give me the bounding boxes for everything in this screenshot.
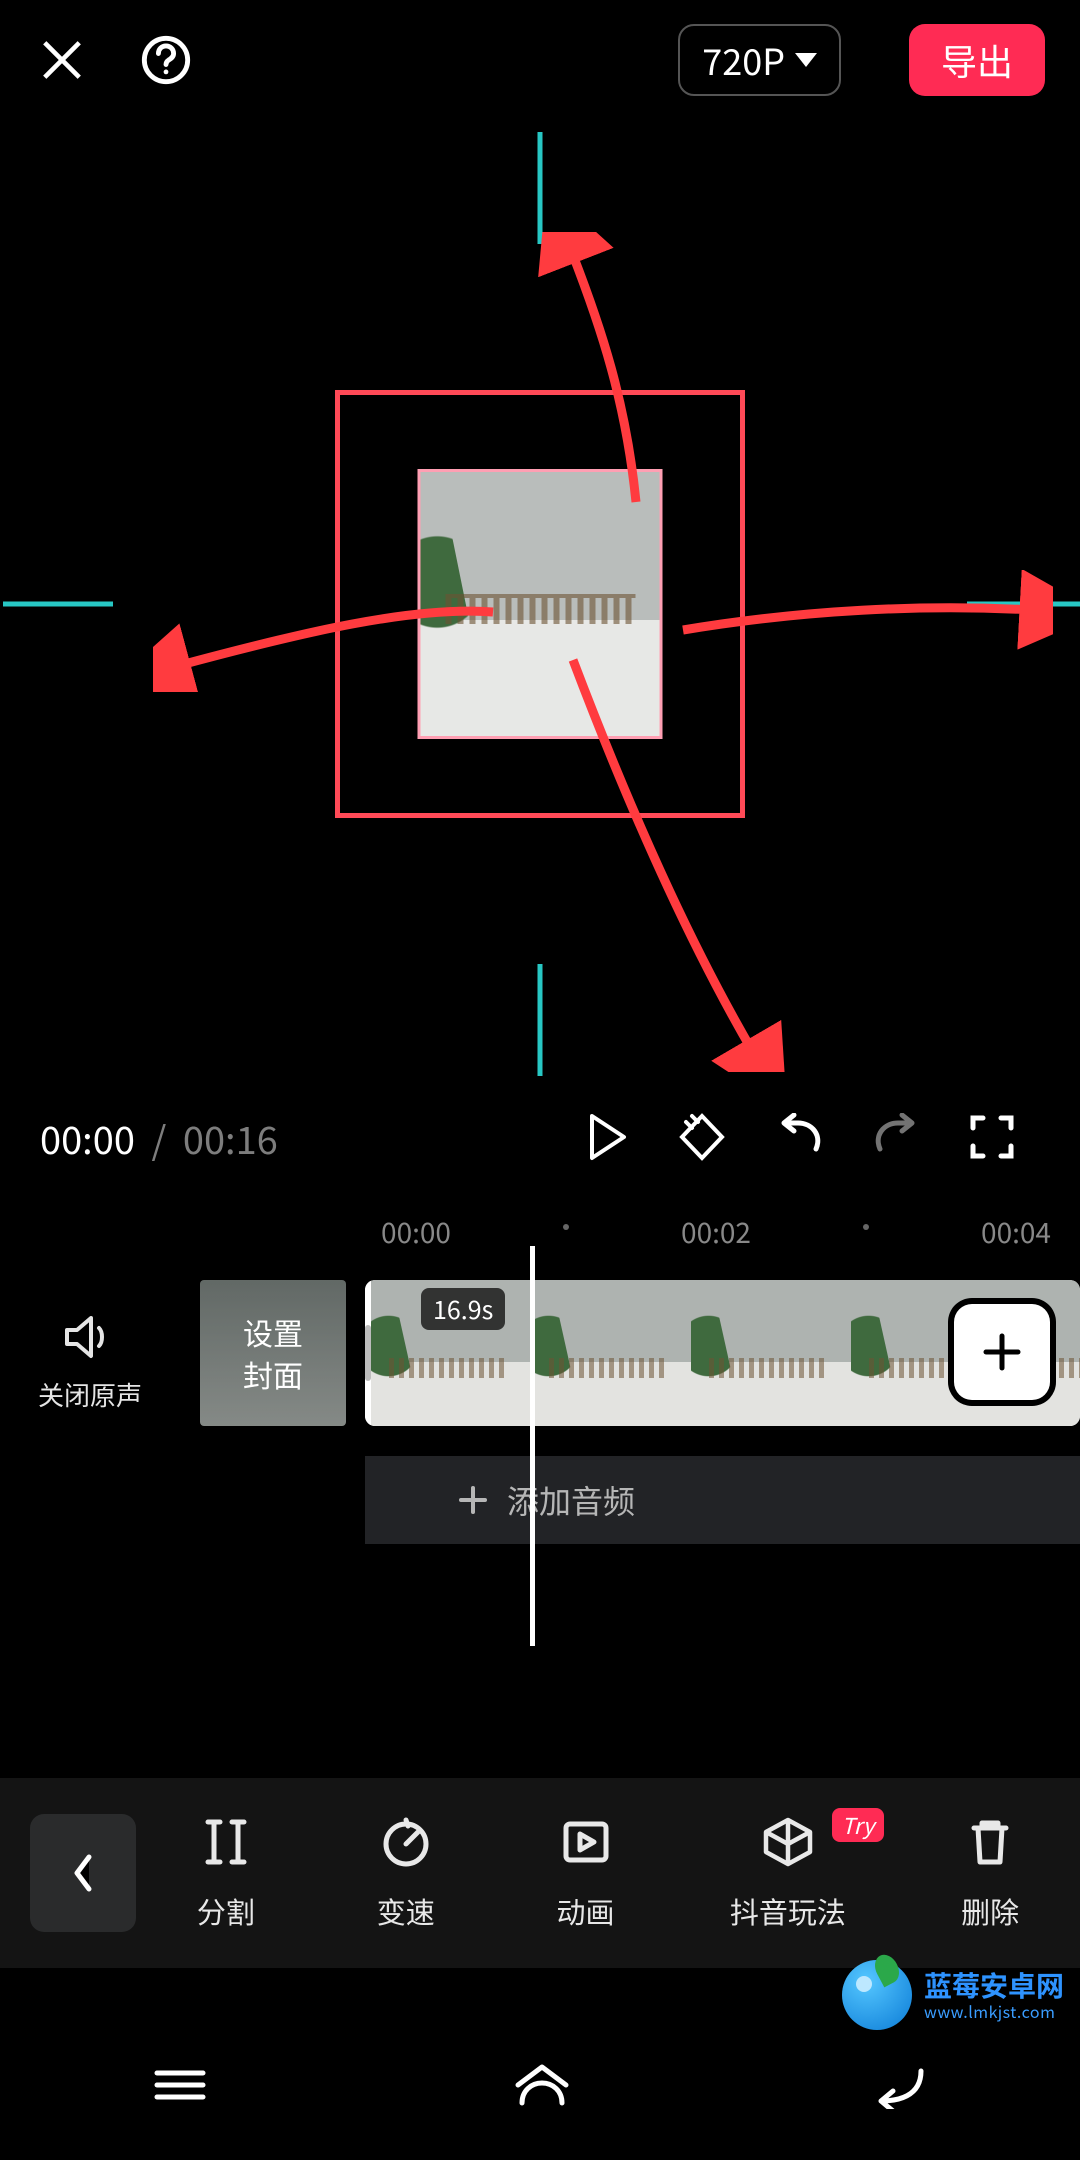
- redo-icon[interactable]: [848, 1097, 944, 1177]
- timeline-tracks[interactable]: 关闭原声 设置 封面 16.9s 添加音频: [0, 1252, 1080, 1582]
- guide-line-left: [3, 602, 113, 607]
- preview-area: [0, 132, 1080, 1076]
- ruler-dot: [863, 1224, 869, 1230]
- tool-label: 删除: [961, 1890, 1019, 1932]
- time-ruler[interactable]: 00:00 00:02 00:04: [0, 1202, 1080, 1252]
- chevron-down-icon: [795, 53, 817, 67]
- clip-frame: [531, 1280, 691, 1426]
- cover-label: 设置 封面: [243, 1311, 303, 1395]
- tool-bar: 分割 变速 动画 Try 抖音玩法 删除: [0, 1778, 1080, 1968]
- media-clip[interactable]: [418, 469, 663, 739]
- time-separator: /: [143, 1110, 175, 1165]
- ruler-mark: 00:00: [381, 1212, 451, 1252]
- tool-speed[interactable]: 变速: [316, 1814, 496, 1932]
- tool-label: 抖音玩法: [730, 1890, 846, 1932]
- tool-douyin-effect[interactable]: Try 抖音玩法: [675, 1814, 900, 1932]
- add-media-button[interactable]: [954, 1304, 1050, 1400]
- top-bar: 720P 导出: [0, 0, 1080, 120]
- time-current: 00:00: [40, 1110, 135, 1165]
- time-total: 00:16: [183, 1110, 278, 1165]
- play-icon[interactable]: [560, 1097, 656, 1177]
- fullscreen-icon[interactable]: [944, 1097, 1040, 1177]
- guide-line-right: [967, 602, 1080, 607]
- resolution-button[interactable]: 720P: [678, 24, 841, 96]
- nav-home-icon[interactable]: [510, 2059, 574, 2111]
- add-audio-label: 添加音频: [507, 1477, 635, 1523]
- transport-bar: 00:00 / 00:16: [0, 1082, 1080, 1192]
- close-icon[interactable]: [35, 33, 89, 87]
- system-nav-bar: [0, 2010, 1080, 2160]
- export-label: 导出: [941, 34, 1013, 86]
- tool-delete[interactable]: 删除: [900, 1814, 1080, 1932]
- export-button[interactable]: 导出: [909, 24, 1045, 96]
- tool-split[interactable]: 分割: [136, 1814, 316, 1932]
- nav-recent-icon[interactable]: [151, 2063, 209, 2107]
- watermark: 蓝莓安卓网 www.lmkjst.com: [842, 1960, 1064, 2030]
- set-cover-button[interactable]: 设置 封面: [200, 1280, 346, 1426]
- watermark-url: www.lmkjst.com: [924, 2003, 1055, 2019]
- undo-icon[interactable]: [752, 1097, 848, 1177]
- tool-label: 动画: [557, 1890, 615, 1932]
- guide-line-top: [538, 132, 543, 244]
- watermark-icon: [842, 1960, 912, 2030]
- help-icon[interactable]: [139, 33, 193, 87]
- nav-back-icon[interactable]: [875, 2061, 929, 2109]
- tool-back-button[interactable]: [30, 1814, 136, 1932]
- playhead[interactable]: [530, 1246, 535, 1646]
- tool-label: 分割: [197, 1890, 255, 1932]
- mute-original-button[interactable]: 关闭原声: [30, 1312, 150, 1413]
- canvas-viewport[interactable]: [113, 132, 967, 1076]
- ruler-mark: 00:02: [681, 1212, 751, 1252]
- tool-animation[interactable]: 动画: [496, 1814, 676, 1932]
- clip-duration-badge: 16.9s: [421, 1288, 505, 1330]
- mute-label: 关闭原声: [30, 1376, 150, 1413]
- guide-line-bottom: [538, 964, 543, 1076]
- ruler-dot: [563, 1224, 569, 1230]
- keyframe-icon[interactable]: [656, 1097, 752, 1177]
- clip-frame: [691, 1280, 851, 1426]
- tool-label: 变速: [377, 1890, 435, 1932]
- ruler-mark: 00:04: [981, 1212, 1051, 1252]
- add-audio-track[interactable]: 添加音频: [365, 1456, 1080, 1544]
- resolution-label: 720P: [702, 34, 785, 86]
- watermark-title: 蓝莓安卓网: [924, 1971, 1064, 1999]
- try-badge: Try: [832, 1808, 885, 1842]
